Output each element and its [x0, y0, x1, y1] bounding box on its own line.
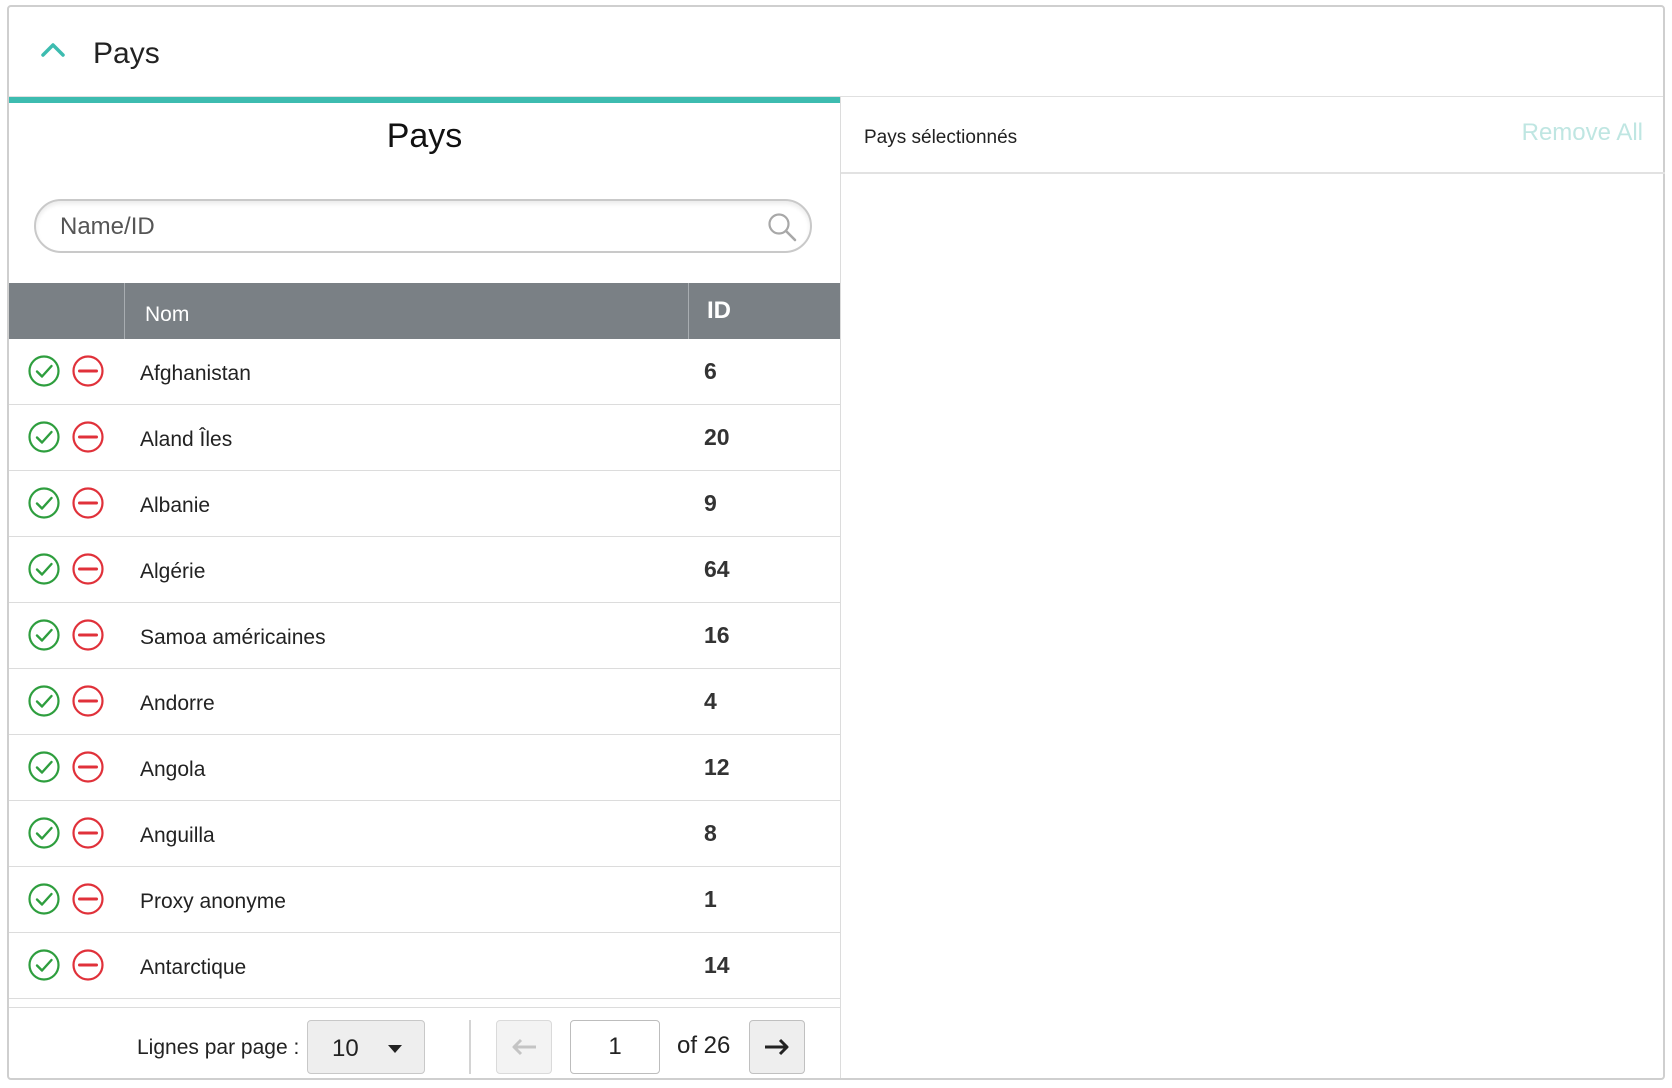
- column-divider: [688, 283, 689, 339]
- selected-header: Pays sélectionnés Remove All: [841, 97, 1665, 174]
- actions-column-header: [9, 283, 125, 339]
- country-name: Algérie: [140, 560, 206, 583]
- country-name: Aland Îles: [140, 428, 233, 451]
- country-id: 16: [704, 622, 730, 648]
- country-id: 9: [704, 490, 717, 516]
- search-box: [34, 199, 812, 253]
- check-circle-icon[interactable]: [27, 816, 61, 850]
- minus-circle-icon[interactable]: [71, 948, 105, 982]
- country-name: Anguilla: [140, 824, 215, 847]
- table-row: Angola 12: [9, 735, 840, 801]
- available-countries-pane: Pays Nom ID Afghanistan 6 Aland Îles 20 Alba…: [9, 97, 840, 1078]
- caret-down-icon: [388, 1045, 402, 1053]
- check-circle-icon[interactable]: [27, 750, 61, 784]
- arrow-left-icon: [512, 1038, 536, 1056]
- minus-circle-icon[interactable]: [71, 354, 105, 388]
- minus-circle-icon[interactable]: [71, 750, 105, 784]
- country-id: 6: [704, 358, 717, 384]
- table-row: Andorre 4: [9, 669, 840, 735]
- country-id: 20: [704, 424, 730, 450]
- chevron-up-icon[interactable]: [37, 35, 69, 67]
- country-id: 64: [704, 556, 730, 582]
- countries-panel: Pays Pays Nom ID Afghanistan 6 Aland Îles 2…: [7, 5, 1665, 1080]
- page-number-input[interactable]: [570, 1020, 660, 1074]
- minus-circle-icon[interactable]: [71, 882, 105, 916]
- arrow-right-icon: [765, 1038, 789, 1056]
- country-id: 1: [704, 886, 717, 912]
- table-row: Antarctique 14: [9, 933, 840, 999]
- rows-per-page-select[interactable]: 10: [307, 1020, 425, 1074]
- selected-list-title: Pays sélectionnés: [864, 127, 1018, 148]
- country-id: 12: [704, 754, 730, 780]
- country-id: 8: [704, 820, 717, 846]
- id-column-header[interactable]: ID: [707, 297, 731, 325]
- selected-countries-pane: Pays sélectionnés Remove All: [840, 97, 1665, 1078]
- check-circle-icon[interactable]: [27, 618, 61, 652]
- table-row: Algérie 64: [9, 537, 840, 603]
- check-circle-icon[interactable]: [27, 354, 61, 388]
- panel-title: Pays: [93, 37, 160, 70]
- rows-per-page-value: 10: [332, 1035, 359, 1062]
- table-row: Albanie 9: [9, 471, 840, 537]
- country-name: Afghanistan: [140, 362, 251, 385]
- minus-circle-icon[interactable]: [71, 684, 105, 718]
- minus-circle-icon[interactable]: [71, 486, 105, 520]
- country-name: Antarctique: [140, 956, 247, 979]
- available-list-title: Pays: [386, 117, 463, 155]
- pagination-divider: [469, 1020, 471, 1074]
- pagination-bar: Lignes par page : 10 of 26: [9, 1007, 840, 1084]
- country-table-body: Afghanistan 6 Aland Îles 20 Albanie 9 Algérie 6…: [9, 339, 840, 999]
- minus-circle-icon[interactable]: [71, 618, 105, 652]
- previous-page-button[interactable]: [496, 1020, 552, 1074]
- rows-per-page-label: Lignes par page :: [137, 1036, 300, 1059]
- check-circle-icon[interactable]: [27, 948, 61, 982]
- table-row: Aland Îles 20: [9, 405, 840, 471]
- minus-circle-icon[interactable]: [71, 552, 105, 586]
- remove-all-button[interactable]: Remove All: [1522, 119, 1643, 147]
- minus-circle-icon[interactable]: [71, 816, 105, 850]
- table-row: Proxy anonyme 1: [9, 867, 840, 933]
- check-circle-icon[interactable]: [27, 684, 61, 718]
- search-icon[interactable]: [766, 211, 798, 243]
- country-id: 14: [704, 952, 730, 978]
- panel-header[interactable]: Pays: [9, 7, 1663, 97]
- country-name: Proxy anonyme: [140, 890, 286, 913]
- check-circle-icon[interactable]: [27, 552, 61, 586]
- table-row: Anguilla 8: [9, 801, 840, 867]
- check-circle-icon[interactable]: [27, 486, 61, 520]
- country-name: Albanie: [140, 494, 211, 517]
- table-header: Nom ID: [9, 283, 840, 339]
- name-column-header[interactable]: Nom: [145, 303, 189, 327]
- check-circle-icon[interactable]: [27, 882, 61, 916]
- country-id: 4: [704, 688, 717, 714]
- check-circle-icon[interactable]: [27, 420, 61, 454]
- next-page-button[interactable]: [749, 1020, 805, 1074]
- table-row: Afghanistan 6: [9, 339, 840, 405]
- search-input[interactable]: [58, 209, 742, 245]
- country-name: Angola: [140, 758, 206, 781]
- table-row: Samoa américaines 16: [9, 603, 840, 669]
- total-pages-label: of 26: [677, 1032, 731, 1059]
- country-name: Samoa américaines: [140, 626, 326, 649]
- country-name: Andorre: [140, 692, 215, 715]
- minus-circle-icon[interactable]: [71, 420, 105, 454]
